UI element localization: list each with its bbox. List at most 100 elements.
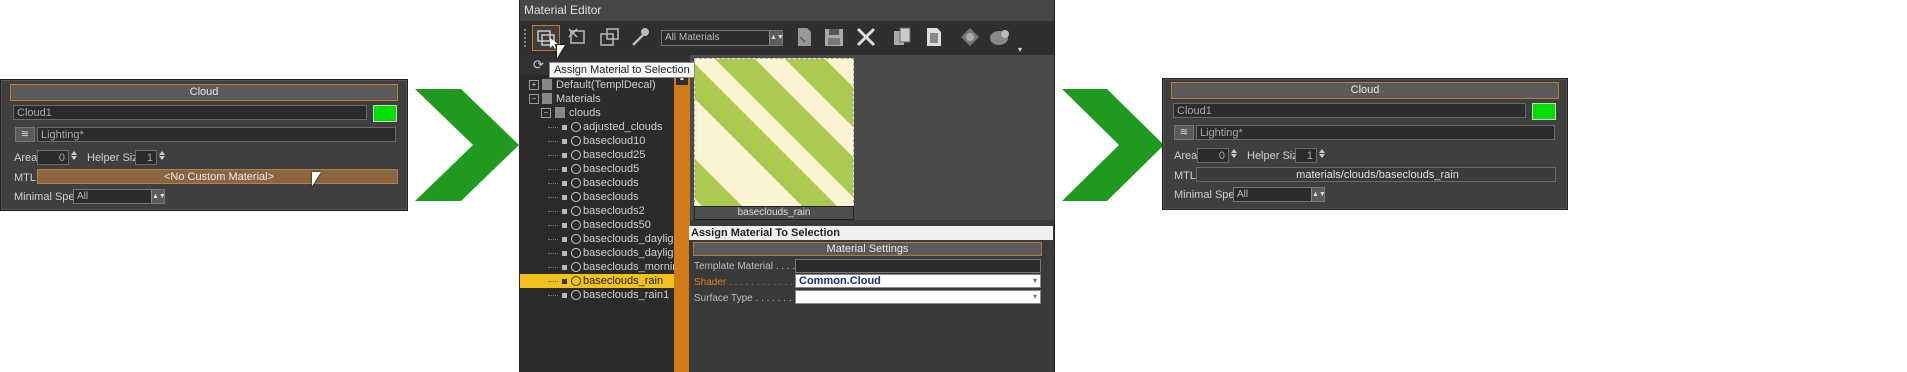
lock-icon xyxy=(562,153,567,158)
object-name-field[interactable]: Cloud1 xyxy=(1173,103,1526,118)
tree-material-item[interactable]: baseclouds xyxy=(520,176,674,190)
helper-size-input[interactable]: 1 xyxy=(1295,148,1317,163)
pick-material-button[interactable] xyxy=(626,25,654,51)
shader-field[interactable]: Common.Cloud ▾ xyxy=(795,274,1041,288)
material-filter-select[interactable]: All Materials ▲▼ xyxy=(661,30,784,46)
helper-size-input[interactable]: 1 xyxy=(135,150,157,165)
paste-icon xyxy=(927,28,941,46)
toolbar-overflow-icon[interactable]: ▾ xyxy=(1018,45,1022,54)
shader-value: Common.Cloud xyxy=(799,275,881,287)
tree-material-label: basecloud10 xyxy=(583,135,646,147)
tree-material-item[interactable]: adjusted_clouds xyxy=(520,120,674,134)
tree-material-item[interactable]: basecloud10 xyxy=(520,134,674,148)
copy-material-button[interactable] xyxy=(888,25,916,51)
material-sphere-button[interactable] xyxy=(986,25,1014,51)
cloud-properties-panel-before: Cloud Cloud1 ≋ Lighting* Area: 0 Helper … xyxy=(0,79,408,211)
arrow-right-icon xyxy=(1062,89,1164,201)
surface-type-field[interactable]: ▾ xyxy=(795,290,1041,304)
tree-connector xyxy=(548,141,558,142)
reset-material-icon xyxy=(568,28,585,44)
tree-material-item[interactable]: baseclouds_rain xyxy=(520,274,674,288)
layer-field[interactable]: Lighting* xyxy=(1196,125,1555,140)
folder-icon xyxy=(555,107,565,118)
color-swatch[interactable] xyxy=(1532,103,1556,120)
lock-icon xyxy=(562,265,567,270)
tree-material-item[interactable]: basecloud25 xyxy=(520,148,674,162)
material-settings-header[interactable]: Material Settings xyxy=(693,242,1042,256)
template-material-label: Template Material . . . . . xyxy=(694,261,801,272)
tree-material-label: adjusted_clouds xyxy=(583,121,663,133)
mouse-cursor-icon xyxy=(557,45,565,58)
paste-material-button[interactable] xyxy=(920,25,948,51)
material-icon xyxy=(571,220,581,230)
tree-material-item[interactable]: baseclouds_daylight xyxy=(520,246,683,260)
tree-root-materials[interactable]: − Materials xyxy=(520,92,674,106)
tooltip: Assign Material to Selection xyxy=(549,62,695,78)
color-swatch[interactable] xyxy=(373,105,397,122)
layer-icon[interactable]: ≋ xyxy=(15,127,35,142)
library-icon xyxy=(542,93,552,104)
panel-title[interactable]: Cloud xyxy=(1171,82,1559,99)
tree-material-item[interactable]: basecloud5 xyxy=(520,162,674,176)
collapse-icon[interactable]: − xyxy=(529,94,539,104)
area-input[interactable]: 0 xyxy=(37,150,69,165)
tree-root-default[interactable]: + Default(TemplDecal) xyxy=(520,78,674,92)
lock-icon xyxy=(562,167,567,172)
helper-size-spinner[interactable] xyxy=(158,150,166,165)
area-spinner[interactable] xyxy=(1230,148,1238,163)
tree-scrollbar[interactable]: ▲ xyxy=(674,75,690,372)
helper-size-spinner[interactable] xyxy=(1318,148,1326,163)
tree-material-item[interactable]: baseclouds xyxy=(520,190,674,204)
material-icon xyxy=(571,192,581,202)
area-spinner[interactable] xyxy=(70,150,78,165)
material-tree: + Default(TemplDecal) − Materials − clou… xyxy=(520,75,690,372)
tree-connector xyxy=(548,295,558,296)
tree-material-item[interactable]: baseclouds50 xyxy=(520,218,674,232)
save-material-button[interactable] xyxy=(820,25,848,51)
area-input[interactable]: 0 xyxy=(1197,148,1229,163)
minimal-spec-select[interactable]: All ▲▼ xyxy=(1233,187,1326,202)
tree-material-label: baseclouds_daylight xyxy=(583,233,683,245)
tree-folder-clouds[interactable]: − clouds xyxy=(520,106,674,120)
get-from-selection-button[interactable] xyxy=(596,25,624,51)
layer-field[interactable]: Lighting* xyxy=(37,127,396,142)
preview-icon xyxy=(961,28,979,46)
reset-material-button[interactable] xyxy=(564,25,592,51)
chevron-down-icon: ▲▼ xyxy=(769,31,784,45)
add-material-button[interactable] xyxy=(790,25,818,51)
mtl-label: MTL xyxy=(1174,170,1196,182)
save-icon xyxy=(825,29,843,46)
delete-material-button[interactable] xyxy=(852,25,880,51)
object-name-field[interactable]: Cloud1 xyxy=(13,105,367,120)
expand-icon[interactable]: + xyxy=(529,80,539,90)
assign-material-button[interactable] xyxy=(532,25,560,51)
template-material-field[interactable] xyxy=(795,259,1041,273)
surface-type-label: Surface Type . . . . . . . . xyxy=(694,293,798,304)
chevron-down-icon: ▾ xyxy=(1032,292,1037,301)
mtl-button[interactable]: materials/clouds/baseclouds_rain xyxy=(1196,167,1556,182)
lock-icon xyxy=(562,195,567,200)
minimal-spec-select[interactable]: All ▲▼ xyxy=(73,189,166,204)
tree-material-item[interactable]: baseclouds2 xyxy=(520,204,674,218)
preview-options-button[interactable] xyxy=(956,25,984,51)
material-icon xyxy=(571,178,581,188)
copy-icon xyxy=(894,27,911,45)
delete-icon xyxy=(856,27,876,47)
lock-icon xyxy=(562,251,567,256)
mtl-button[interactable]: <No Custom Material> xyxy=(37,169,398,184)
tree-material-label: basecloud5 xyxy=(583,163,640,175)
refresh-icon[interactable]: ⟳ xyxy=(533,57,544,73)
tree-material-item[interactable]: baseclouds_daylight xyxy=(520,232,683,246)
layer-icon[interactable]: ≋ xyxy=(1174,125,1194,140)
tree-material-item[interactable]: baseclouds_morning xyxy=(520,260,685,274)
material-icon xyxy=(571,248,581,258)
material-filter-value: All Materials xyxy=(665,32,720,43)
lock-icon xyxy=(562,125,567,130)
shader-label: Shader . . . . . . . . . . . . . xyxy=(694,277,799,288)
collapse-icon[interactable]: − xyxy=(541,108,551,118)
material-icon xyxy=(571,262,581,272)
mouse-cursor-icon xyxy=(312,172,321,186)
window-title: Material Editor xyxy=(520,0,1054,21)
tree-material-item[interactable]: baseclouds_rain1 xyxy=(520,288,674,302)
panel-title[interactable]: Cloud xyxy=(10,84,398,101)
